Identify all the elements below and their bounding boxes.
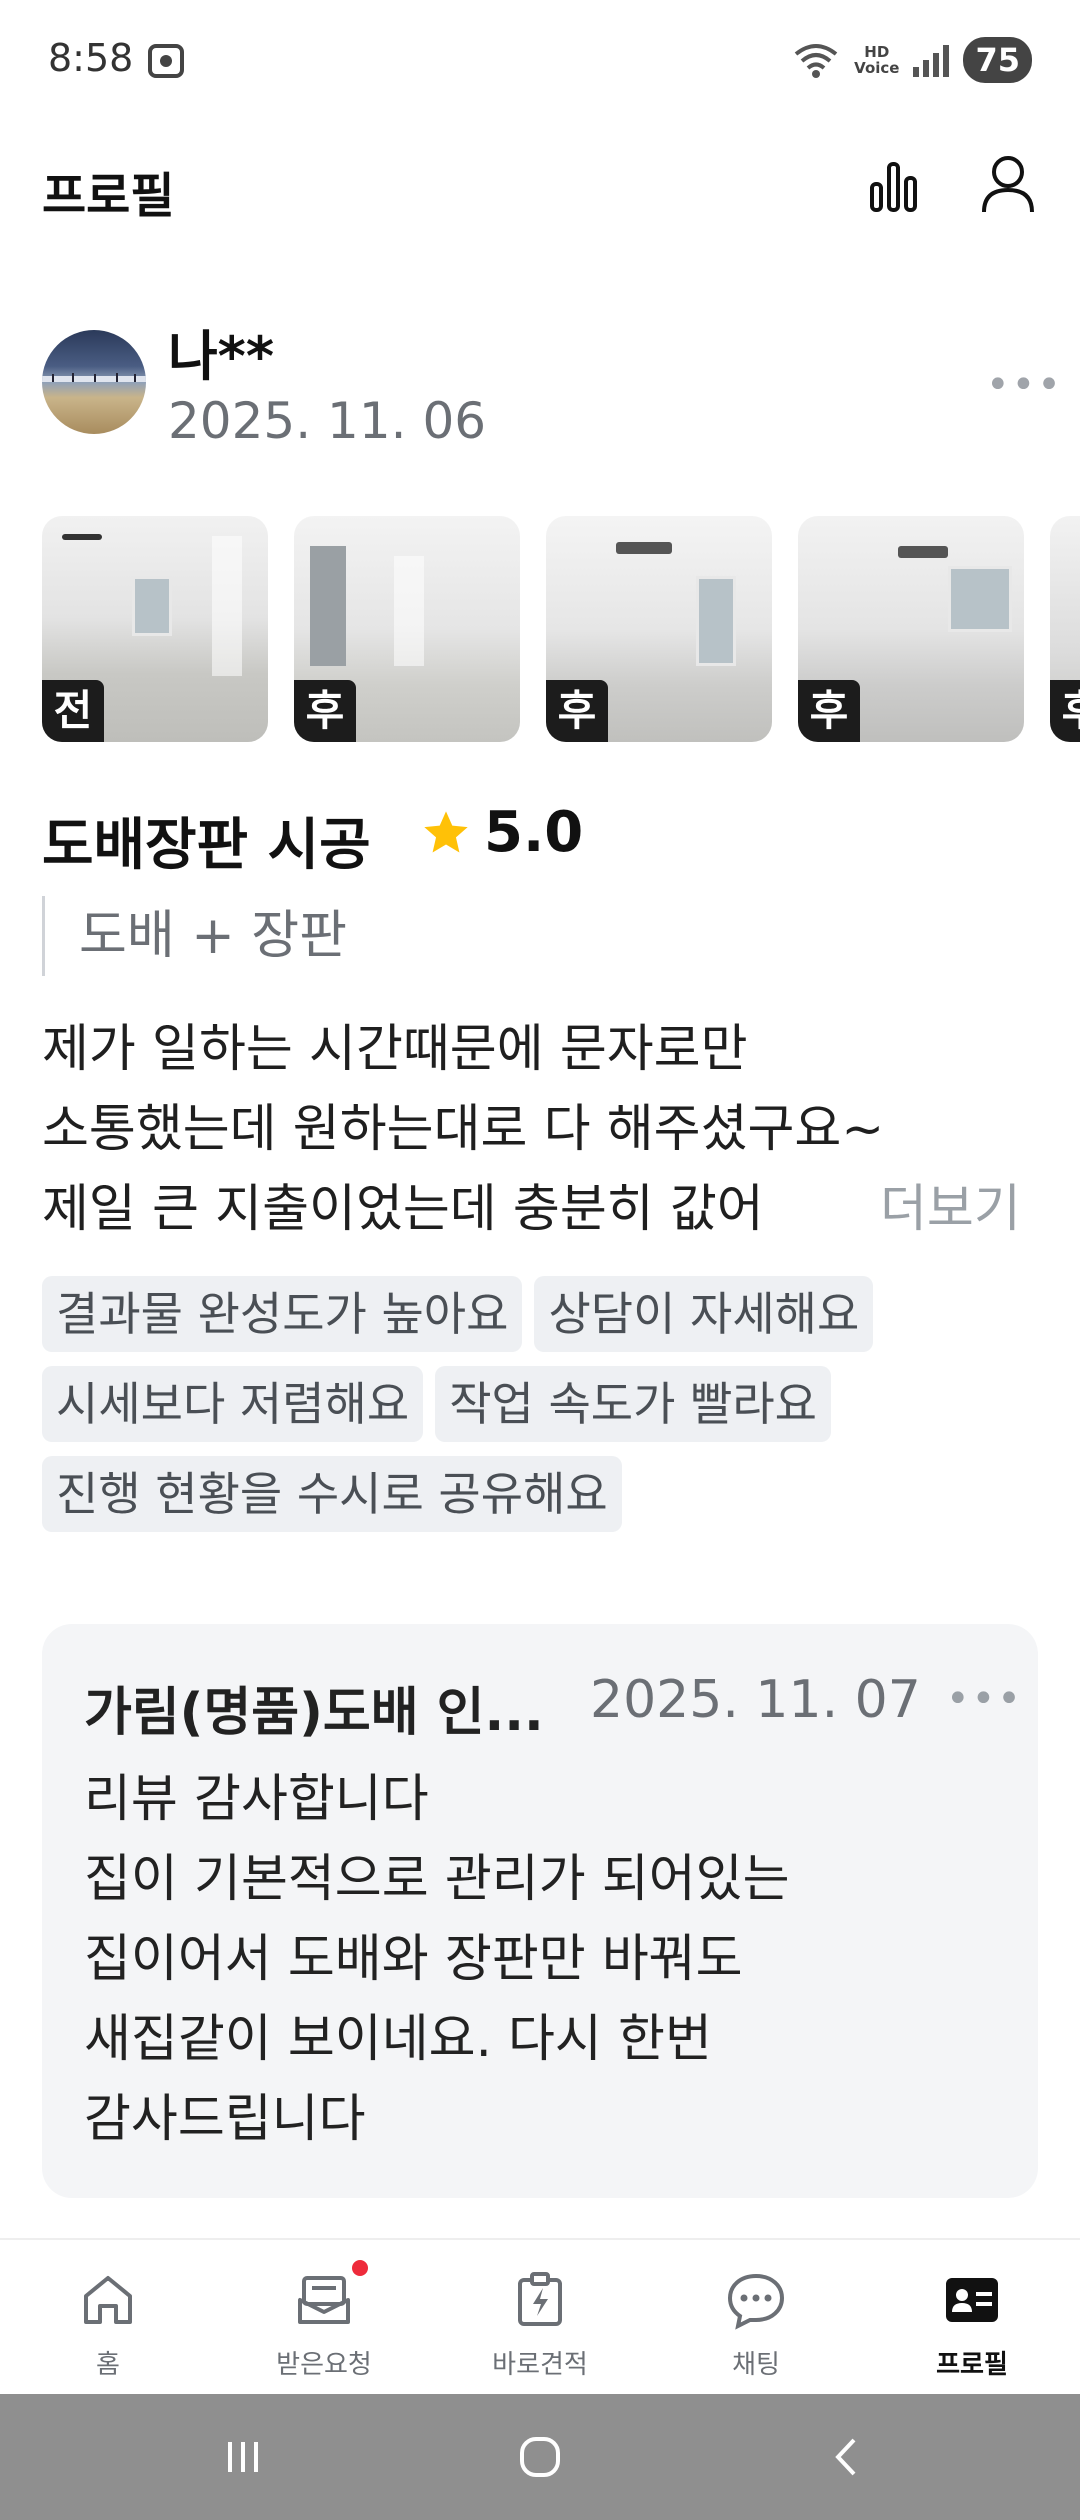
chat-icon [727, 2273, 785, 2330]
photo-badge: 후 [798, 680, 860, 742]
ceiling-light [898, 546, 948, 558]
reply-card: 가림(명품)도배 인... 2025. 11. 07 ••• 리뷰 감사합니다 … [42, 1624, 1038, 2198]
nav-label: 바로견적 [492, 2350, 588, 2380]
reply-more-button[interactable]: ••• [946, 1676, 1023, 1722]
photo-badge: 후 [1050, 680, 1080, 742]
review-line: 소통했는데 원하는대로 다 해주셨구요~ [42, 1100, 885, 1159]
rating: 5.0 [420, 800, 583, 865]
system-nav-bar [0, 2394, 1080, 2520]
nav-item-requests[interactable]: 받은요청 [216, 2240, 432, 2394]
profile-icon[interactable] [980, 152, 1036, 216]
status-bar: 8:58 HD Voice 75 [0, 0, 1080, 120]
nav-item-home[interactable]: 홈 [0, 2240, 216, 2394]
rating-value: 5.0 [484, 800, 584, 865]
review-photo[interactable]: 후 [294, 516, 520, 742]
review-more-button[interactable]: ••• [986, 362, 1063, 408]
reply-date: 2025. 11. 07 [590, 1670, 921, 1730]
room-door [310, 546, 346, 666]
subcategory: 도배 + 장판 [42, 896, 347, 976]
review-photo[interactable]: 후 [1050, 516, 1080, 742]
photo-badge: 후 [294, 680, 356, 742]
nav-item-chat[interactable]: 채팅 [648, 2240, 864, 2394]
review-photo[interactable]: 후 [798, 516, 1024, 742]
room-window [696, 576, 736, 666]
home-button-icon[interactable] [515, 2432, 565, 2482]
page-title: 프로필 [42, 168, 175, 224]
review-photo[interactable]: 후 [546, 516, 772, 742]
reply-body: 리뷰 감사합니다 집이 기본적으로 관리가 되어있는 집이어서 도배와 장판만 … [84, 1770, 790, 2149]
review-tag: 상담이 자세해요 [534, 1276, 874, 1352]
signal-icon [913, 43, 950, 77]
review-photo[interactable]: 전 [42, 516, 268, 742]
read-more-button[interactable]: 더보기 [840, 1170, 1021, 1250]
wifi-icon [794, 44, 838, 78]
voice-label: Voice [854, 59, 900, 77]
room-window [948, 566, 1012, 632]
nav-item-quick-quote[interactable]: 바로견적 [432, 2240, 648, 2394]
room-window [132, 576, 172, 636]
reply-author: 가림(명품)도배 인... [84, 1683, 544, 1743]
ceiling-light [616, 542, 672, 554]
home-icon [84, 2276, 132, 2324]
nav-item-profile[interactable]: 프로필 [864, 2240, 1080, 2394]
star-icon [424, 810, 468, 852]
quick-quote-icon [518, 2272, 562, 2326]
ceiling-light [62, 534, 102, 540]
status-icons: HD Voice 75 [792, 32, 1032, 88]
profile-card-icon [946, 2278, 998, 2322]
room-wall [394, 556, 424, 666]
review-date: 2025. 11. 06 [168, 392, 487, 450]
inbox-icon [298, 2276, 350, 2324]
battery-icon: 75 [963, 37, 1032, 83]
reviewer-name: 나** [168, 325, 275, 388]
nav-label: 프로필 [936, 2350, 1008, 2380]
nav-label: 홈 [96, 2350, 120, 2380]
review-tag: 시세보다 저렴해요 [42, 1366, 424, 1442]
review-tag: 작업 속도가 빨라요 [435, 1366, 831, 1442]
review-tags: 결과물 완성도가 높아요 상담이 자세해요 시세보다 저렴해요 작업 속도가 빨… [42, 1276, 1042, 1532]
hd-label: HD [864, 43, 890, 61]
screenshot-icon [148, 44, 184, 78]
app-header: 프로필 [0, 140, 1080, 240]
review-line: 제가 일하는 시간때문에 문자로만 [42, 1020, 748, 1079]
photo-badge: 후 [546, 680, 608, 742]
stats-icon[interactable] [868, 156, 920, 216]
service-title: 도배장판 시공 [42, 813, 371, 878]
bottom-nav: 홈 받은요청 바로견적 채팅 프로필 [0, 2238, 1080, 2394]
recents-icon[interactable] [218, 2432, 268, 2482]
status-time: 8:58 [48, 36, 134, 80]
avatar [42, 330, 146, 434]
photo-strip[interactable]: 전 후 후 후 후 [42, 516, 1080, 744]
review-tag: 결과물 완성도가 높아요 [42, 1276, 523, 1352]
back-icon[interactable] [822, 2432, 872, 2482]
hd-voice-icon: HD Voice [854, 44, 899, 76]
review-tag: 진행 현황을 수시로 공유해요 [42, 1456, 622, 1532]
photo-badge: 전 [42, 680, 104, 742]
room-wall [212, 536, 242, 676]
notification-dot [352, 2260, 368, 2276]
avatar-image [42, 373, 146, 382]
nav-label: 채팅 [732, 2350, 780, 2380]
nav-label: 받은요청 [276, 2350, 372, 2380]
